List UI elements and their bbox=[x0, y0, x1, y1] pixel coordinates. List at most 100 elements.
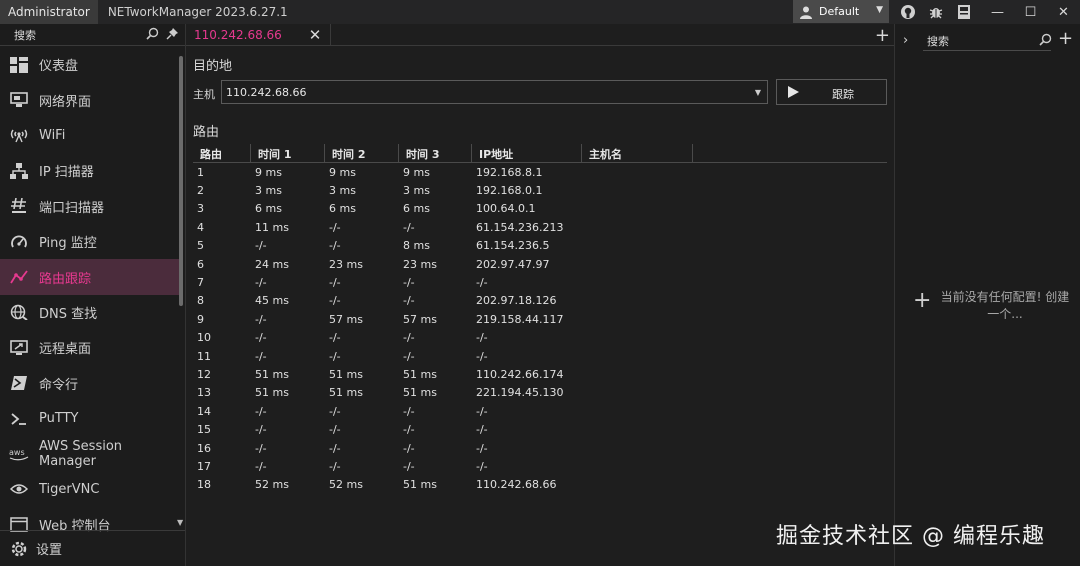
sidebar-item-network-interface[interactable]: 网络界面 bbox=[0, 82, 182, 117]
table-row[interactable]: 12 51 ms 51 ms 51 ms 110.242.66.174 bbox=[193, 365, 887, 383]
cell-hostname bbox=[582, 420, 693, 438]
sidebar-scrollbar[interactable] bbox=[179, 56, 183, 306]
cell-hostname bbox=[582, 384, 693, 402]
cell-hop: 7 bbox=[197, 276, 204, 290]
cell-time1: -/- bbox=[255, 423, 267, 437]
sidebar-item-dashboard[interactable]: 仪表盘 bbox=[0, 47, 182, 82]
table-row[interactable]: 13 51 ms 51 ms 51 ms 221.194.45.130 bbox=[193, 384, 887, 402]
column-header-time3[interactable]: 时间 3 bbox=[399, 144, 472, 163]
table-row[interactable]: 2 3 ms 3 ms 3 ms 192.168.0.1 bbox=[193, 181, 887, 199]
sidebar-item-label: PuTTY bbox=[39, 411, 79, 427]
table-row[interactable]: 9 -/- 57 ms 57 ms 219.158.44.117 bbox=[193, 310, 887, 328]
cell-time3: 9 ms bbox=[403, 165, 430, 179]
trace-button[interactable]: 跟踪 bbox=[776, 79, 887, 105]
table-row[interactable]: 7 -/- -/- -/- -/- bbox=[193, 273, 887, 291]
column-header-ip[interactable]: IP地址 bbox=[472, 144, 582, 163]
add-tab-icon[interactable]: + bbox=[875, 25, 890, 46]
table-row[interactable]: 16 -/- -/- -/- -/- bbox=[193, 439, 887, 457]
sidebar-search-input[interactable]: 搜索 bbox=[0, 24, 185, 46]
sidebar-item-label: WiFi bbox=[39, 127, 66, 143]
add-profile-icon[interactable]: + bbox=[1058, 28, 1073, 49]
sidebar-item-ping-monitor[interactable]: Ping 监控 bbox=[0, 224, 182, 259]
settings-label: 设置 bbox=[36, 543, 63, 558]
cell-time2: 57 ms bbox=[329, 312, 363, 326]
table-row[interactable]: 8 45 ms -/- -/- 202.97.18.126 bbox=[193, 292, 887, 310]
profiles-search-placeholder: 搜索 bbox=[927, 35, 949, 48]
cell-time2: 3 ms bbox=[329, 184, 356, 198]
dashboard-icon bbox=[9, 55, 29, 75]
host-input[interactable]: 110.242.68.66 ▼ bbox=[221, 80, 768, 104]
table-row[interactable]: 17 -/- -/- -/- -/- bbox=[193, 457, 887, 475]
profiles-search-input[interactable]: 搜索 bbox=[923, 33, 1051, 51]
table-row[interactable]: 3 6 ms 6 ms 6 ms 100.64.0.1 bbox=[193, 200, 887, 218]
putty-icon bbox=[9, 409, 29, 429]
cell-time3: 57 ms bbox=[403, 312, 437, 326]
empty-profiles-text[interactable]: 当前没有任何配置! 创建一个... bbox=[935, 289, 1075, 323]
table-row[interactable]: 1 9 ms 9 ms 9 ms 192.168.8.1 bbox=[193, 163, 887, 181]
pin-icon[interactable] bbox=[166, 27, 179, 40]
table-row[interactable]: 5 -/- -/- 8 ms 61.154.236.5 bbox=[193, 237, 887, 255]
chevron-down-icon[interactable]: ▼ bbox=[755, 88, 761, 97]
sidebar-item-port-scanner[interactable]: 端口扫描器 bbox=[0, 189, 182, 224]
app-title: NETworkManager 2023.6.27.1 bbox=[107, 5, 288, 19]
cell-time2: -/- bbox=[329, 239, 341, 253]
sidebar-item-aws-session-manager[interactable]: aws AWS Session Manager bbox=[0, 436, 182, 471]
close-window-button[interactable]: ✕ bbox=[1047, 0, 1080, 24]
cell-hostname bbox=[582, 476, 693, 494]
cell-hop: 8 bbox=[197, 294, 204, 308]
sidebar-item-dns-lookup[interactable]: DNS 查找 bbox=[0, 295, 182, 330]
table-row[interactable]: 11 -/- -/- -/- -/- bbox=[193, 347, 887, 365]
cell-hop: 12 bbox=[197, 367, 211, 381]
close-icon[interactable]: ✕ bbox=[306, 26, 324, 44]
sidebar-item-tigervnc[interactable]: TigerVNC bbox=[0, 472, 182, 507]
bug-icon[interactable] bbox=[925, 1, 947, 23]
route-table: 路由 时间 1 时间 2 时间 3 IP地址 主机名 1 9 ms 9 ms 9 ms… bbox=[193, 144, 887, 494]
table-row[interactable]: 6 24 ms 23 ms 23 ms 202.97.47.97 bbox=[193, 255, 887, 273]
table-row[interactable]: 18 52 ms 52 ms 51 ms 110.242.68.66 bbox=[193, 476, 887, 494]
document-icon[interactable] bbox=[953, 1, 975, 23]
ip-scanner-icon bbox=[9, 161, 29, 181]
column-header-hostname[interactable]: 主机名 bbox=[582, 144, 693, 163]
table-row[interactable]: 15 -/- -/- -/- -/- bbox=[193, 420, 887, 438]
settings-button[interactable]: 设置 bbox=[0, 530, 185, 566]
column-header-time1[interactable]: 时间 1 bbox=[251, 144, 325, 163]
cell-hop: 6 bbox=[197, 257, 204, 271]
tab-traceroute-host[interactable]: 110.242.68.66 ✕ bbox=[186, 24, 331, 46]
create-profile-icon[interactable]: + bbox=[913, 288, 931, 313]
table-row[interactable]: 14 -/- -/- -/- -/- bbox=[193, 402, 887, 420]
table-row[interactable]: 4 11 ms -/- -/- 61.154.236.213 bbox=[193, 218, 887, 236]
ping-monitor-icon bbox=[9, 232, 29, 252]
watermark: 掘金技术社区 @ 编程乐趣 bbox=[776, 524, 1045, 549]
sidebar-item-ip-scanner[interactable]: IP 扫描器 bbox=[0, 153, 182, 188]
sidebar-item-remote-desktop[interactable]: 远程桌面 bbox=[0, 330, 182, 365]
sidebar-item-traceroute[interactable]: 路由跟踪 bbox=[0, 259, 182, 295]
sidebar-item-wifi[interactable]: WiFi bbox=[0, 118, 182, 153]
cell-time1: 6 ms bbox=[255, 202, 282, 216]
admin-badge: Administrator bbox=[0, 0, 98, 24]
cell-ip-address: -/- bbox=[476, 276, 488, 290]
sidebar-item-putty[interactable]: PuTTY bbox=[0, 401, 182, 436]
sidebar-item-powershell[interactable]: 命令行 bbox=[0, 366, 182, 401]
cell-hop: 11 bbox=[197, 349, 211, 363]
cell-ip-address: 110.242.66.174 bbox=[476, 367, 564, 381]
profile-name: Default bbox=[819, 5, 860, 18]
cell-time1: 52 ms bbox=[255, 478, 289, 492]
title-bar: Administrator NETworkManager 2023.6.27.1… bbox=[0, 0, 1080, 24]
maximize-button[interactable]: ☐ bbox=[1014, 0, 1047, 24]
cell-ip-address: -/- bbox=[476, 349, 488, 363]
minimize-button[interactable]: — bbox=[981, 0, 1014, 24]
chevron-right-icon[interactable]: › bbox=[903, 33, 908, 48]
github-icon[interactable] bbox=[897, 1, 919, 23]
cell-time3: 3 ms bbox=[403, 184, 430, 198]
table-row[interactable]: 10 -/- -/- -/- -/- bbox=[193, 329, 887, 347]
column-header-hop[interactable]: 路由 bbox=[193, 144, 251, 163]
cell-ip-address: 61.154.236.213 bbox=[476, 220, 564, 234]
scroll-down-icon[interactable]: ▼ bbox=[177, 518, 183, 527]
column-header-time2[interactable]: 时间 2 bbox=[325, 144, 399, 163]
cell-time2: 23 ms bbox=[329, 257, 363, 271]
cell-time3: -/- bbox=[403, 441, 415, 455]
profile-select[interactable]: Default ▼ bbox=[793, 0, 889, 23]
sidebar-search-placeholder: 搜索 bbox=[14, 28, 36, 42]
cell-ip-address: -/- bbox=[476, 459, 488, 473]
search-icon bbox=[146, 27, 159, 40]
